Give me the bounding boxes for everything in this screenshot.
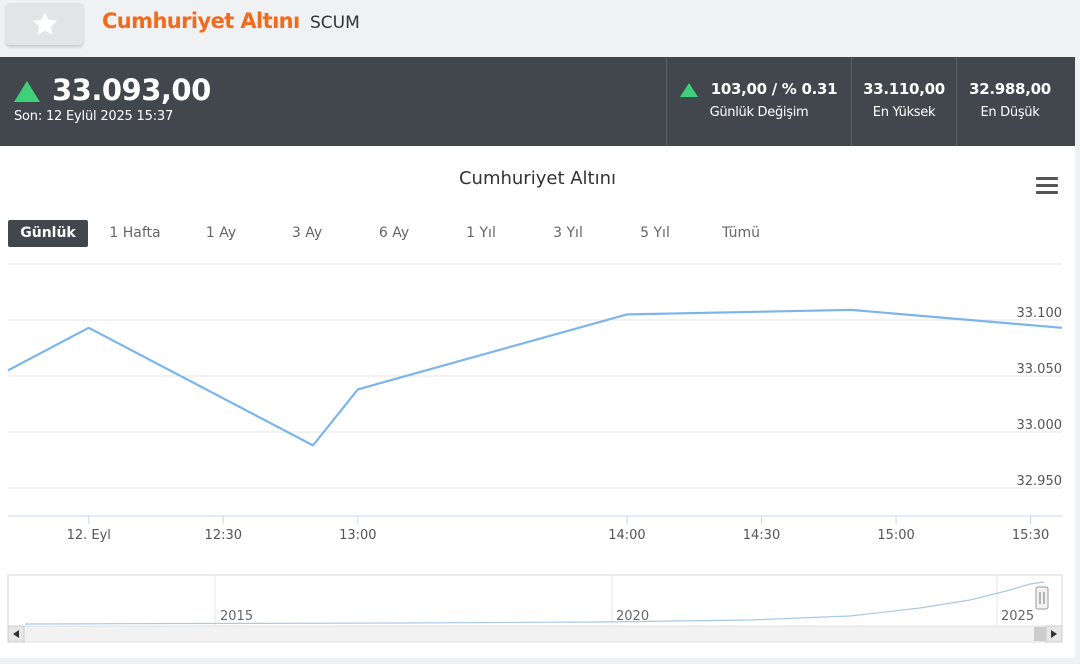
y-axis-labels: 33.100 33.050 33.000 32.950 — [1017, 306, 1063, 489]
low-value: 32.988,00 — [969, 80, 1051, 98]
asset-code: SCUM — [310, 13, 360, 33]
scrollbar-track[interactable] — [7, 625, 1063, 643]
low-cell: 32.988,00 En Düşük — [956, 57, 1063, 146]
y-tick-label: 33.100 — [1017, 306, 1063, 321]
navigator-handle[interactable] — [1035, 586, 1049, 610]
star-icon — [32, 12, 57, 35]
x-tick-label: 15:30 — [1012, 528, 1049, 543]
x-axis-labels: 12. Eyl 12:30 13:00 14:00 14:30 15:00 15:30 — [67, 516, 1049, 543]
x-tick-label: 14:00 — [608, 528, 645, 543]
x-tick-label: 12:30 — [205, 528, 242, 543]
y-tick-label: 33.000 — [1017, 418, 1063, 433]
price-series-line — [7, 308, 1063, 447]
grid-lines — [8, 263, 1062, 517]
x-tick-label: 13:00 — [339, 528, 376, 543]
y-tick-label: 33.050 — [1017, 362, 1063, 377]
daily-change-cell: 103,00 / % 0.31 Günlük Değişim — [666, 57, 851, 146]
low-label: En Düşük — [980, 105, 1040, 120]
x-tick-label: 14:30 — [743, 528, 780, 543]
x-tick-label: 12. Eyl — [67, 528, 111, 543]
navigator-label: 2025 — [1001, 609, 1034, 624]
asset-name: Cumhuriyet Altını — [102, 9, 300, 33]
scrollbar-thumb[interactable] — [1034, 627, 1046, 641]
high-cell: 33.110,00 En Yüksek — [851, 57, 956, 146]
daily-change-label: Günlük Değişim — [709, 105, 809, 120]
favorite-button[interactable] — [6, 3, 83, 45]
header-bar: Cumhuriyet Altını SCUM — [0, 0, 1080, 57]
y-tick-label: 32.950 — [1017, 474, 1063, 489]
navigator-label: 2015 — [220, 609, 253, 624]
navigator[interactable]: 2015 2020 2025 — [7, 574, 1063, 627]
last-update-time: Son: 12 Eylül 2025 15:37 — [14, 109, 174, 124]
page: Cumhuriyet Altını SCUM 33.093,00 Son: 12… — [0, 0, 1080, 664]
x-tick-label: 15:00 — [877, 528, 914, 543]
quote-bar: 33.093,00 Son: 12 Eylül 2025 15:37 103,0… — [0, 57, 1075, 146]
scrollbar[interactable] — [7, 625, 1063, 643]
daily-change-value: 103,00 / % 0.31 — [710, 80, 838, 98]
up-arrow-icon — [14, 81, 40, 102]
high-label: En Yüksek — [872, 105, 936, 120]
high-value: 33.110,00 — [863, 80, 945, 98]
current-price: 33.093,00 — [52, 73, 211, 107]
navigator-frame — [7, 574, 1063, 627]
price-chart: 33.100 33.050 33.000 32.950 12. Eyl 12:30 13:… — [7, 263, 1063, 643]
